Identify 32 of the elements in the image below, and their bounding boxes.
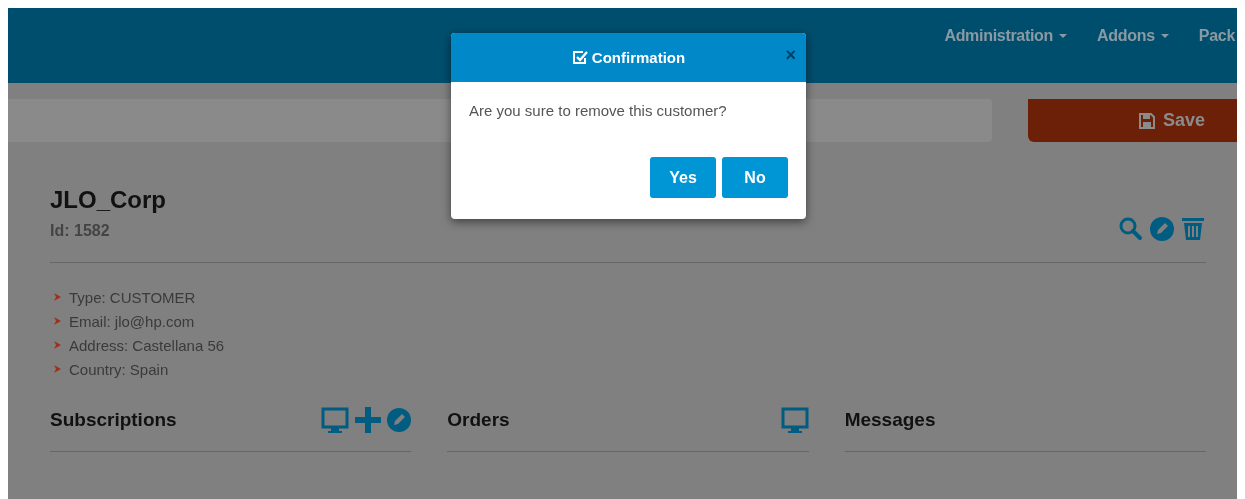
section-title: Subscriptions [50,409,177,431]
trash-icon[interactable] [1180,216,1206,242]
caret-icon [1160,34,1169,38]
caret-icon [1059,34,1068,38]
monitor-icon[interactable] [780,406,809,434]
chevron-icon [54,365,61,373]
customer-name: JLO_Corp [50,186,166,214]
nav-menu-item[interactable]: Pack [1198,27,1235,45]
pencil-icon[interactable] [1150,217,1174,241]
save-button[interactable]: Save [1028,99,1237,142]
dialog-title: Confirmation [571,49,686,66]
check-square-icon [571,49,588,66]
dialog-button[interactable]: Yes [650,157,716,198]
section-title: Orders [447,409,510,431]
plus-icon[interactable] [355,407,382,433]
monitor-icon[interactable] [321,406,350,434]
search-icon[interactable] [1118,216,1144,242]
section-title: Messages [844,409,936,431]
chevron-icon [54,341,61,349]
pencil-icon[interactable] [387,408,412,432]
detail-text: Address: Castellana 56 [69,336,225,354]
dialog-button[interactable]: No [722,157,788,198]
chevron-icon [54,317,61,325]
nav-menu-item[interactable]: Addons [1097,27,1169,45]
detail-text: Type: CUSTOMER [69,288,196,306]
customer-id: Id: 1582 [50,221,111,241]
dialog-message: Are you sure to remove this customer? [468,101,728,119]
nav-menu-item[interactable]: Administration [944,27,1068,45]
detail-text: Email: jlo@hp.com [69,312,195,330]
chevron-icon [54,293,61,301]
detail-text: Country: Spain [69,360,169,378]
close-button[interactable]: × [785,45,796,66]
